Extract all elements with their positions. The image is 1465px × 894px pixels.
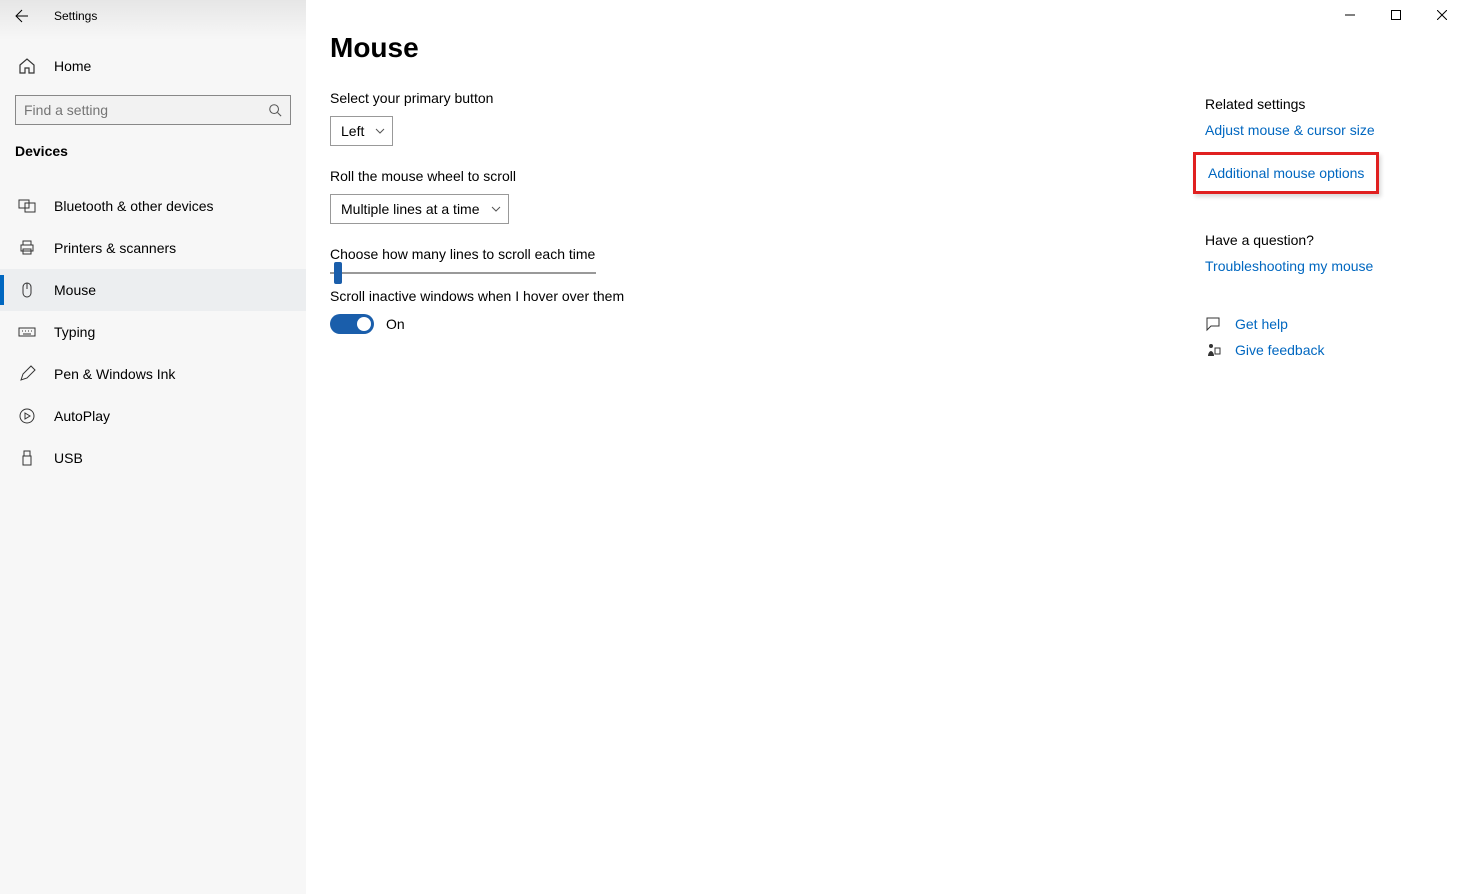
aside: Related settings Adjust mouse & cursor s… bbox=[1205, 0, 1465, 894]
sidebar-item-label: Printers & scanners bbox=[54, 240, 176, 256]
inactive-label: Scroll inactive windows when I hover ove… bbox=[330, 288, 1181, 304]
wheel-scroll-value: Multiple lines at a time bbox=[341, 201, 480, 217]
lines-label: Choose how many lines to scroll each tim… bbox=[330, 246, 1181, 262]
home-icon bbox=[18, 57, 36, 75]
sidebar-home[interactable]: Home bbox=[0, 45, 306, 87]
sidebar-item-label: Mouse bbox=[54, 282, 96, 298]
maximize-icon bbox=[1391, 10, 1401, 20]
question-block: Have a question? Troubleshooting my mous… bbox=[1205, 232, 1441, 288]
sidebar-home-label: Home bbox=[54, 58, 91, 74]
lines-slider[interactable] bbox=[330, 272, 596, 274]
related-heading: Related settings bbox=[1205, 96, 1441, 112]
search-input[interactable] bbox=[24, 102, 268, 118]
search-icon bbox=[268, 103, 282, 117]
feedback-action[interactable]: Give feedback bbox=[1205, 342, 1441, 358]
wheel-scroll-select[interactable]: Multiple lines at a time bbox=[330, 194, 509, 224]
window-title: Settings bbox=[54, 9, 97, 23]
primary-button-select[interactable]: Left bbox=[330, 116, 393, 146]
back-button[interactable] bbox=[14, 8, 30, 24]
sidebar-item-label: Typing bbox=[54, 324, 95, 340]
close-button[interactable] bbox=[1419, 0, 1465, 30]
primary-button-section: Select your primary button Left bbox=[330, 90, 1181, 146]
pen-icon bbox=[18, 365, 36, 383]
feedback-icon bbox=[1205, 342, 1221, 358]
window-controls bbox=[1327, 0, 1465, 30]
sidebar-item-bluetooth[interactable]: Bluetooth & other devices bbox=[0, 185, 306, 227]
usb-icon bbox=[18, 449, 36, 467]
support-block: Get help Give feedback bbox=[1205, 316, 1441, 368]
maximize-button[interactable] bbox=[1373, 0, 1419, 30]
main: Mouse Select your primary button Left Ro… bbox=[306, 0, 1465, 894]
sidebar-item-label: Bluetooth & other devices bbox=[54, 198, 214, 214]
sidebar-item-label: USB bbox=[54, 450, 83, 466]
search-box[interactable] bbox=[15, 95, 291, 125]
keyboard-icon bbox=[18, 323, 36, 341]
autoplay-icon bbox=[18, 407, 36, 425]
link-additional-mouse-options[interactable]: Additional mouse options bbox=[1193, 152, 1379, 194]
chevron-down-icon bbox=[490, 203, 502, 215]
chevron-down-icon bbox=[374, 125, 386, 137]
page-title: Mouse bbox=[330, 32, 1181, 64]
wheel-scroll-section: Roll the mouse wheel to scroll Multiple … bbox=[330, 168, 1181, 224]
link-adjust-cursor[interactable]: Adjust mouse & cursor size bbox=[1205, 122, 1375, 138]
sidebar-item-typing[interactable]: Typing bbox=[0, 311, 306, 353]
sidebar: Settings Home Devices Bluetooth & other … bbox=[0, 0, 306, 894]
toggle-knob bbox=[357, 317, 371, 331]
slider-handle[interactable] bbox=[334, 262, 342, 284]
sidebar-nav: Bluetooth & other devices Printers & sca… bbox=[0, 185, 306, 479]
minimize-icon bbox=[1345, 10, 1355, 20]
sidebar-item-mouse[interactable]: Mouse bbox=[0, 269, 306, 311]
sidebar-item-printers[interactable]: Printers & scanners bbox=[0, 227, 306, 269]
related-settings-block: Related settings Adjust mouse & cursor s… bbox=[1205, 96, 1441, 204]
mouse-icon bbox=[18, 281, 36, 299]
question-heading: Have a question? bbox=[1205, 232, 1441, 248]
primary-button-label: Select your primary button bbox=[330, 90, 1181, 106]
feedback-link: Give feedback bbox=[1235, 342, 1325, 358]
lines-section: Choose how many lines to scroll each tim… bbox=[330, 246, 1181, 334]
search-container bbox=[0, 87, 306, 125]
sidebar-item-pen[interactable]: Pen & Windows Ink bbox=[0, 353, 306, 395]
wheel-scroll-label: Roll the mouse wheel to scroll bbox=[330, 168, 1181, 184]
arrow-left-icon bbox=[14, 8, 30, 24]
sidebar-category: Devices bbox=[0, 125, 306, 167]
get-help-link: Get help bbox=[1235, 316, 1288, 332]
close-icon bbox=[1437, 10, 1447, 20]
printer-icon bbox=[18, 239, 36, 257]
inactive-toggle[interactable] bbox=[330, 314, 374, 334]
primary-button-value: Left bbox=[341, 123, 364, 139]
link-troubleshoot-mouse[interactable]: Troubleshooting my mouse bbox=[1205, 258, 1373, 274]
content: Mouse Select your primary button Left Ro… bbox=[306, 0, 1205, 894]
titlebar: Settings bbox=[0, 0, 306, 32]
devices-icon bbox=[18, 197, 36, 215]
sidebar-item-usb[interactable]: USB bbox=[0, 437, 306, 479]
get-help-action[interactable]: Get help bbox=[1205, 316, 1441, 332]
inactive-toggle-row: On bbox=[330, 314, 1181, 334]
chat-icon bbox=[1205, 316, 1221, 332]
sidebar-item-label: Pen & Windows Ink bbox=[54, 366, 175, 382]
toggle-value: On bbox=[386, 316, 405, 332]
sidebar-item-label: AutoPlay bbox=[54, 408, 110, 424]
minimize-button[interactable] bbox=[1327, 0, 1373, 30]
sidebar-item-autoplay[interactable]: AutoPlay bbox=[0, 395, 306, 437]
